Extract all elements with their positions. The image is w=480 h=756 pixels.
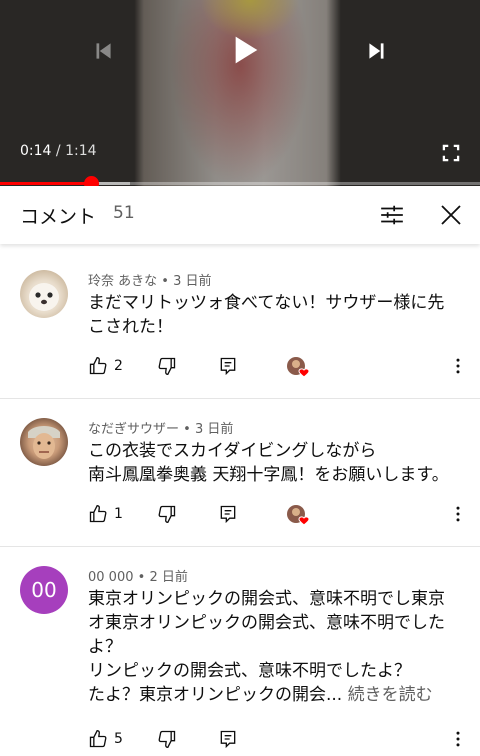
comment-actions: 1 — [0, 501, 480, 531]
dog-photo-icon — [29, 283, 59, 311]
next-button[interactable] — [362, 36, 392, 66]
comment-meta: なだぎサウザー • 3 日前 — [88, 418, 233, 437]
skip-previous-icon — [96, 43, 111, 59]
meta-separator: • — [133, 570, 150, 585]
video-player[interactable]: 0:14 / 1:14 — [0, 0, 480, 186]
comment-line: オ東京オリンピックの開会式、意味不明でした — [88, 613, 445, 633]
comment-actions: 2 — [0, 353, 480, 383]
creator-heart-badge — [286, 356, 310, 380]
progress-bar[interactable] — [0, 176, 480, 186]
like-count: 5 — [114, 731, 123, 747]
dislike-button[interactable] — [157, 504, 177, 524]
comment-meta: 00 000 • 2 日前 — [88, 566, 188, 585]
reply-button[interactable] — [218, 504, 238, 524]
comment-text: この衣装でスカイダイビングしながら 南斗鳳凰拳奥義 天翔十字鳳！をお願いします。 — [88, 439, 468, 487]
hearted-by-creator-icon — [287, 357, 310, 378]
more-options-button[interactable] — [448, 729, 468, 749]
comment-item: 00 00 000 • 2 日前 東京オリンピックの開会式、意味不明でし東京 オ… — [0, 556, 480, 749]
previous-button[interactable] — [88, 36, 118, 66]
time-total: 1:14 — [65, 143, 97, 159]
more-options-button[interactable] — [448, 504, 468, 524]
avatar[interactable] — [20, 270, 68, 318]
thumbs-up-icon — [89, 356, 107, 375]
comment-time: 3 日前 — [173, 274, 212, 289]
comment-line: たよ？東京オリンピックの開会... — [88, 685, 343, 705]
comment-text: 東京オリンピックの開会式、意味不明でし東京 オ東京オリンピックの開会式、意味不明… — [88, 587, 468, 707]
read-more-link[interactable]: 続きを読む — [348, 685, 433, 705]
like-button[interactable]: 5 — [88, 729, 123, 749]
meta-separator: • — [157, 274, 174, 289]
comments-title: コメント — [20, 206, 97, 228]
reply-button[interactable] — [218, 356, 238, 376]
progress-played — [0, 182, 92, 185]
comment-author[interactable]: 00 000 — [88, 570, 134, 585]
comment-line: よ？ — [88, 637, 122, 657]
meta-separator: • — [179, 422, 195, 437]
hearted-by-creator-icon — [287, 505, 310, 526]
play-button[interactable] — [222, 28, 266, 72]
comment-line: この衣装でスカイダイビングしながら — [88, 441, 377, 461]
comment-line: リンピックの開会式、意味不明でしたよ？ — [88, 661, 411, 681]
comment-actions: 5 — [0, 726, 480, 756]
avatar[interactable] — [20, 418, 68, 466]
sort-button[interactable] — [378, 201, 406, 229]
thumbs-down-icon — [158, 357, 176, 376]
comment-line: まだマリトッツォ食べてない！サウザー様に先 — [88, 293, 445, 313]
fullscreen-button[interactable] — [436, 138, 466, 168]
play-icon — [235, 36, 258, 64]
comment-time: 3 日前 — [194, 422, 234, 437]
comment-line: 南斗鳳凰拳奥義 天翔十字鳳！をお願いします。 — [88, 465, 449, 485]
like-count: 2 — [114, 358, 123, 374]
reply-button[interactable] — [218, 729, 238, 749]
close-button[interactable] — [436, 200, 466, 230]
thumbs-down-icon — [158, 730, 176, 749]
fullscreen-icon — [442, 144, 460, 162]
comment-text: まだマリトッツォ食べてない！サウザー様に先 こされた！ — [88, 291, 468, 339]
reply-comment-icon — [220, 505, 236, 524]
more-vert-icon — [456, 731, 460, 747]
dislike-button[interactable] — [157, 729, 177, 749]
comment-time: 2 日前 — [149, 570, 188, 585]
reply-comment-icon — [220, 730, 236, 749]
comment-divider — [0, 546, 480, 547]
avatar[interactable]: 00 — [20, 566, 68, 614]
comment-line: 東京オリンピックの開会式、意味不明でし東京 — [88, 589, 445, 609]
close-icon — [441, 205, 461, 225]
time-current: 0:14 — [20, 143, 52, 159]
progress-scrubber[interactable] — [84, 176, 100, 186]
comment-item: なだぎサウザー • 3 日前 この衣装でスカイダイビングしながら 南斗鳳凰拳奥義… — [0, 408, 480, 546]
skip-next-icon — [369, 43, 384, 59]
thumbs-down-icon — [158, 505, 176, 524]
dislike-button[interactable] — [157, 356, 177, 376]
like-button[interactable]: 2 — [88, 356, 123, 376]
creator-heart-badge — [286, 504, 310, 528]
comments-count: 51 — [113, 203, 135, 223]
comment-item: 玲奈 あきな • 3 日前 まだマリトッツォ食べてない！サウザー様に先 こされた… — [0, 260, 480, 398]
person-photo-icon — [28, 426, 60, 459]
comment-author[interactable]: 玲奈 あきな — [88, 274, 157, 289]
like-count: 1 — [114, 506, 123, 522]
more-options-button[interactable] — [448, 356, 468, 376]
time-separator: / — [51, 143, 66, 159]
thumbs-up-icon — [89, 504, 107, 523]
sliders-icon — [381, 205, 403, 225]
avatar-initials: 00 — [31, 578, 57, 602]
comment-divider — [0, 398, 480, 399]
more-vert-icon — [456, 358, 460, 374]
time-display: 0:14 / 1:14 — [20, 143, 97, 159]
comment-author[interactable]: なだぎサウザー — [88, 422, 179, 437]
reply-comment-icon — [220, 357, 236, 376]
thumbs-up-icon — [89, 729, 107, 748]
comment-line: こされた！ — [88, 317, 173, 337]
like-button[interactable]: 1 — [88, 504, 123, 524]
comments-header: コメント 51 — [0, 186, 480, 244]
more-vert-icon — [456, 506, 460, 522]
comment-meta: 玲奈 あきな • 3 日前 — [88, 270, 211, 289]
